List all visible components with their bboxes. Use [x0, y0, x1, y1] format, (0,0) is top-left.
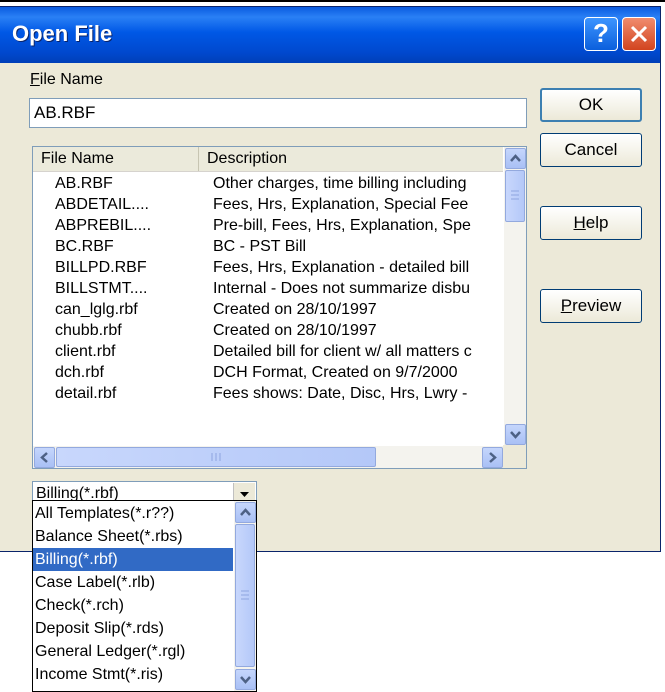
scroll-right-button[interactable] [482, 447, 503, 468]
list-item[interactable]: ABDETAIL.... Fees, Hrs, Explanation, Spec… [33, 194, 503, 215]
chevron-down-icon [240, 676, 251, 684]
dropdown-option[interactable]: Balance Sheet(*.rbs) [33, 525, 233, 548]
list-vertical-scrollbar[interactable] [504, 147, 526, 446]
list-item[interactable]: chubb.rbf Created on 28/10/1997 [33, 320, 503, 341]
list-item[interactable]: can_lglg.rbf Created on 28/10/1997 [33, 299, 503, 320]
chevron-right-icon [489, 452, 497, 463]
title-bar[interactable]: Open File ? [0, 7, 660, 63]
file-type-dropdown-list[interactable]: All Templates(*.r??) Balance Sheet(*.rbs… [32, 500, 257, 692]
scroll-left-button[interactable] [34, 447, 55, 468]
list-item[interactable]: AB.RBF Other charges, time billing includ… [33, 173, 503, 194]
cancel-button[interactable]: Cancel [540, 133, 642, 167]
dropdown-scroll-down-button[interactable] [235, 669, 256, 690]
list-item[interactable]: BC.RBF BC - PST Bill [33, 236, 503, 257]
chevron-up-icon [240, 508, 251, 516]
help-button[interactable]: Help [540, 206, 642, 240]
list-rows: AB.RBF Other charges, time billing includ… [33, 173, 503, 404]
close-button[interactable] [622, 17, 656, 51]
dropdown-option[interactable]: General Ledger(*.rgl) [33, 640, 233, 663]
dropdown-option[interactable]: Deposit Slip(*.rds) [33, 617, 233, 640]
top-border-line [0, 0, 665, 2]
scroll-down-button[interactable] [505, 424, 526, 445]
list-item[interactable]: ABPREBIL.... Pre-bill, Fees, Hrs, Explana… [33, 215, 503, 236]
vertical-scroll-thumb[interactable] [505, 170, 525, 222]
file-name-input[interactable]: AB.RBF [29, 98, 527, 128]
list-item[interactable]: detail.rbf Fees shows: Date, Disc, Hrs, L… [33, 383, 503, 404]
dialog-title: Open File [12, 21, 113, 46]
list-horizontal-scrollbar[interactable] [33, 446, 504, 468]
chevron-up-icon [510, 154, 521, 162]
dropdown-option[interactable]: Income Stmt(*.ris) [33, 663, 233, 686]
grip-icon [211, 453, 221, 461]
file-name-label: File Name [30, 71, 103, 88]
list-header: File Name Description [33, 147, 503, 172]
preview-button[interactable]: Preview [540, 289, 642, 323]
chevron-left-icon [40, 452, 48, 463]
grip-icon [241, 590, 249, 600]
column-header-description[interactable]: Description [199, 147, 503, 171]
column-header-file-name[interactable]: File Name [33, 147, 199, 171]
list-item[interactable]: dch.rbf DCH Format, Created on 9/7/2000 [33, 362, 503, 383]
dropdown-scroll-up-button[interactable] [235, 502, 256, 523]
list-item[interactable]: BILLSTMT.... Internal - Does not summariz… [33, 278, 503, 299]
chevron-down-icon [510, 431, 521, 439]
scroll-up-button[interactable] [505, 148, 526, 169]
close-icon [630, 25, 648, 43]
scrollbar-corner [503, 445, 526, 468]
dropdown-scroll-thumb[interactable] [235, 524, 255, 667]
dropdown-option[interactable]: All Templates(*.r??) [33, 502, 233, 525]
dropdown-option[interactable]: Case Label(*.rlb) [33, 571, 233, 594]
dropdown-scrollbar[interactable] [234, 501, 256, 691]
list-item[interactable]: BILLPD.RBF Fees, Hrs, Explanation - detai… [33, 257, 503, 278]
dropdown-option-selected[interactable]: Billing(*.rbf) [33, 548, 233, 571]
list-item[interactable]: client.rbf Detailed bill for client w/ al… [33, 341, 503, 362]
help-title-button[interactable]: ? [584, 17, 618, 51]
grip-icon [511, 190, 519, 200]
horizontal-scroll-thumb[interactable] [56, 447, 376, 467]
dropdown-option[interactable]: Check(*.rch) [33, 594, 233, 617]
file-list[interactable]: File Name Description AB.RBF Other charge… [32, 146, 527, 469]
open-file-dialog: Open File ? File Name AB.RBF OK Cancel H… [0, 6, 661, 552]
ok-button[interactable]: OK [540, 88, 642, 122]
